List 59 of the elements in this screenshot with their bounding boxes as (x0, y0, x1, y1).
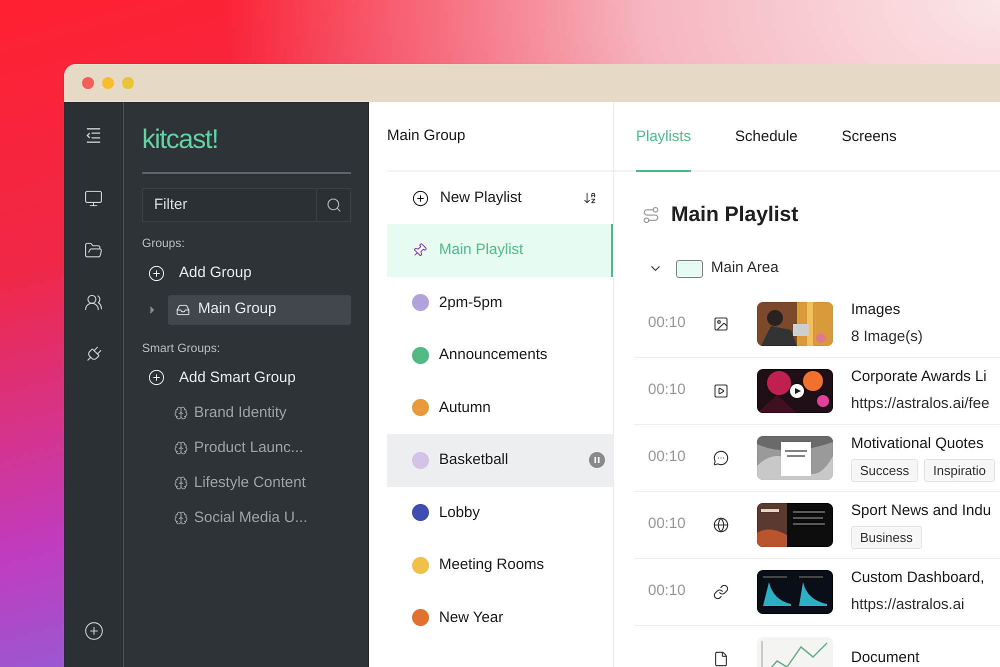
smart-group-item[interactable]: Social Media U... (174, 508, 351, 528)
section-label: Smart Groups: (142, 340, 222, 356)
brain-icon (174, 406, 188, 420)
duration: 00:10 (647, 313, 687, 334)
inbox-icon (176, 302, 190, 316)
add-icon[interactable] (84, 621, 104, 641)
playlist-title: Main Playlist (671, 202, 798, 228)
tab[interactable]: Screens (842, 102, 897, 172)
item-subtitle: 8 Image(s) (851, 326, 923, 346)
tab[interactable]: Schedule (735, 102, 798, 172)
smart-group-item[interactable]: Lifestyle Content (174, 473, 351, 493)
duration: 00:10 (647, 581, 687, 602)
monitor-icon[interactable] (84, 189, 103, 208)
play-icon (713, 382, 729, 398)
item-title: Document (851, 648, 920, 667)
file-icon (713, 650, 729, 666)
globe-icon (713, 516, 729, 532)
add-group-button[interactable]: Add Group (142, 262, 252, 284)
chat-icon (713, 450, 729, 466)
folder-icon[interactable] (84, 241, 103, 260)
brain-icon (174, 441, 188, 455)
users-icon[interactable] (84, 293, 103, 312)
section-label: Groups: (142, 235, 186, 252)
item-title: Images (851, 300, 902, 320)
area-label: Main Area (711, 258, 779, 278)
playlist-item[interactable]: Basketball (387, 434, 613, 486)
tag: Inspiratio (924, 459, 995, 482)
duration: 00:10 (647, 447, 687, 468)
group-item[interactable]: Main Group (168, 294, 351, 324)
duration: 00:10 (647, 380, 687, 400)
tag: Business (851, 526, 922, 550)
duration: 00:10 (647, 514, 687, 534)
new-playlist-button[interactable]: New Playlist (387, 186, 583, 210)
area-icon (676, 260, 703, 278)
item-title: Motivational Quotes (851, 434, 985, 454)
add-smart-group-button[interactable]: Add Smart Group (142, 366, 296, 389)
filter-input[interactable]: Filter (143, 189, 316, 221)
panel-title: Main Group (387, 126, 466, 146)
brain-icon (174, 511, 188, 525)
item-title: Custom Dashboard, (851, 568, 984, 588)
sort-icon[interactable] (583, 191, 597, 205)
add-icon (148, 369, 165, 386)
item-subtitle: https://astralos.ai/fee (851, 394, 990, 414)
item-subtitle: https://astralos.ai (851, 594, 966, 614)
add-icon (148, 264, 165, 282)
link-icon (713, 584, 729, 600)
image-icon (713, 316, 729, 332)
tag: Success (851, 459, 918, 482)
item-title: Sport News and Indu (851, 500, 992, 521)
search-icon[interactable] (326, 197, 342, 213)
add-icon (412, 190, 429, 206)
item-title: Corporate Awards Li (851, 367, 988, 387)
collapse-menu-icon[interactable] (84, 126, 103, 145)
smart-group-item[interactable]: Product Launc... (174, 438, 351, 458)
smart-group-item[interactable]: Brand Identity (174, 403, 351, 423)
logo: kitcast! (142, 124, 220, 154)
brain-icon (174, 476, 188, 490)
filter-field[interactable]: Filter (142, 188, 351, 222)
route-icon (642, 206, 660, 224)
